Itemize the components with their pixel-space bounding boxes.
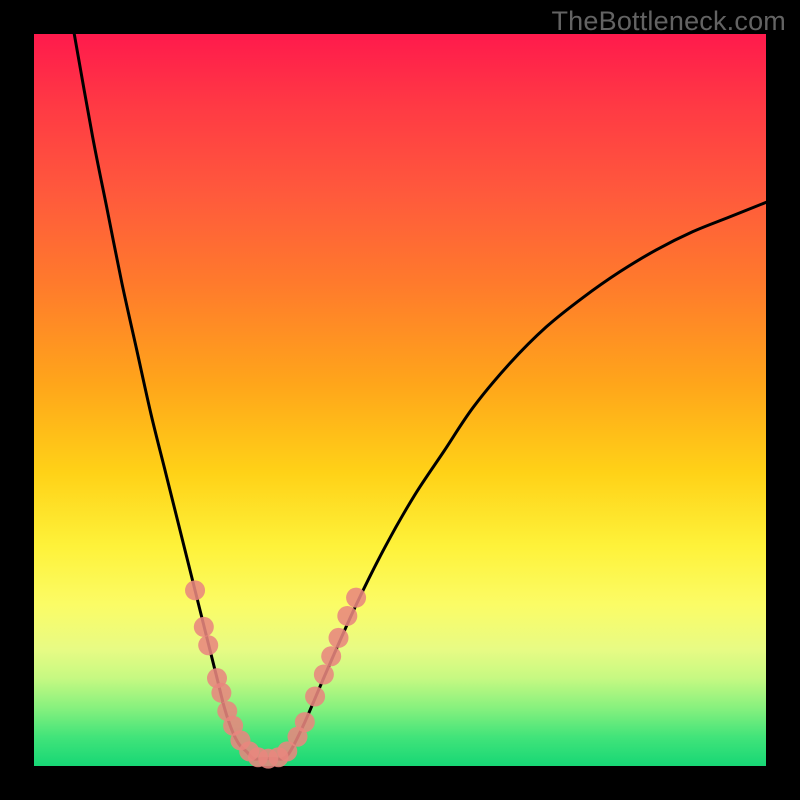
data-dot	[305, 686, 325, 706]
chart-overlay	[0, 0, 800, 800]
data-dot	[211, 683, 231, 703]
data-dot	[198, 635, 218, 655]
data-dot	[185, 580, 205, 600]
data-dot	[329, 628, 349, 648]
data-dot	[314, 665, 334, 685]
data-dot	[346, 588, 366, 608]
bottleneck-curve	[74, 34, 766, 759]
data-dot	[321, 646, 341, 666]
data-dot	[295, 712, 315, 732]
chart-frame: TheBottleneck.com	[0, 0, 800, 800]
data-dot	[337, 606, 357, 626]
data-dot	[194, 617, 214, 637]
